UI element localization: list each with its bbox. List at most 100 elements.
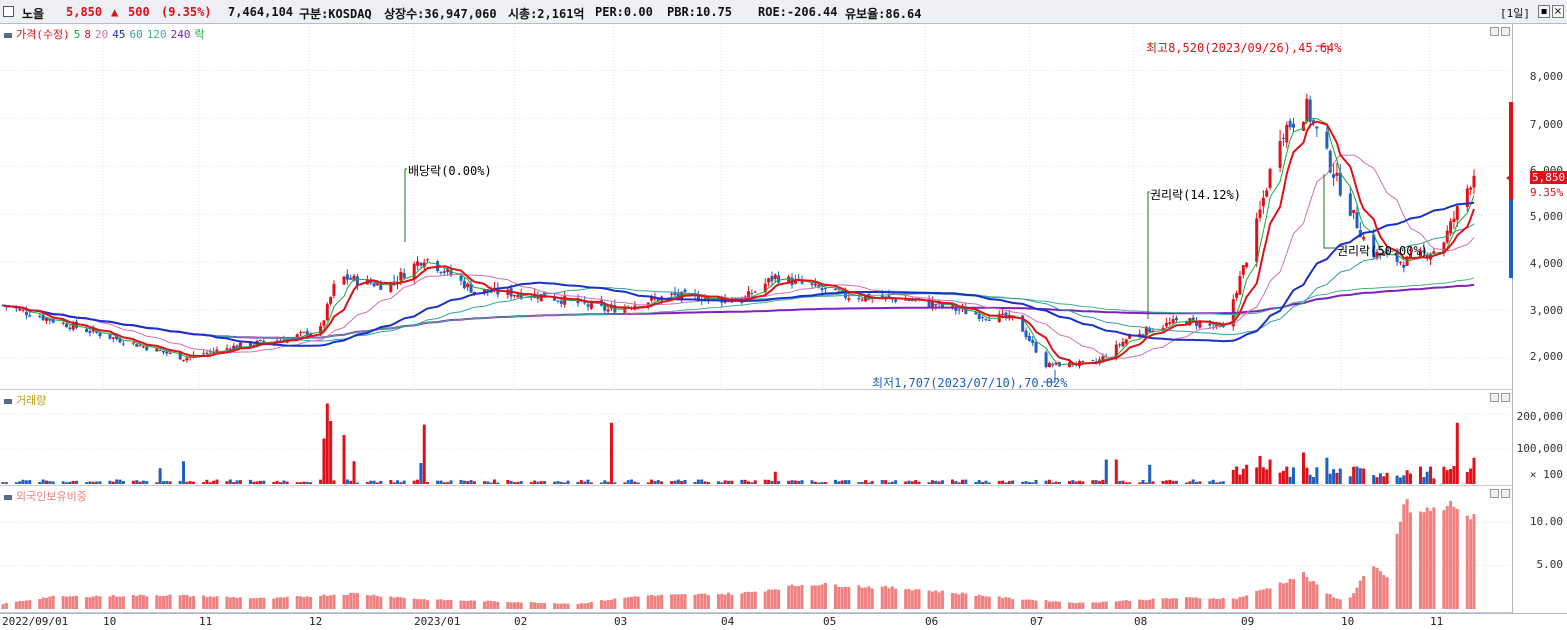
volume-bar: [606, 481, 610, 484]
volume-bar: [419, 463, 423, 484]
pane-minimize-icon[interactable]: [1490, 393, 1499, 402]
volume-bar: [4, 482, 8, 484]
foreign-bar: [529, 602, 533, 609]
drag-handle-icon[interactable]: [4, 494, 12, 500]
volume-bar: [777, 480, 781, 484]
foreign-bar: [1258, 590, 1262, 609]
foreign-bar: [630, 596, 634, 609]
volume-bar: [161, 481, 165, 484]
candle-body: [1455, 206, 1459, 220]
foreign-bar: [743, 592, 747, 609]
pane-minimize-icon[interactable]: [1490, 489, 1499, 498]
pane-close-icon[interactable]: [1501, 27, 1510, 36]
candle-body: [1174, 317, 1178, 321]
volume-bar: [1419, 466, 1423, 484]
close-icon[interactable]: ×: [1552, 5, 1564, 18]
volume-bar: [1449, 468, 1453, 484]
candle-body: [68, 327, 72, 329]
foreign-bar: [118, 596, 122, 609]
candle-body: [399, 271, 403, 281]
foreign-bar: [670, 594, 674, 609]
foreign-bar: [964, 593, 968, 609]
annotation-high: 최고8,520(2023/09/26),45.64%: [1146, 41, 1342, 55]
volume-bar: [914, 480, 918, 484]
foreign-bar: [141, 595, 145, 609]
foreign-bar: [797, 586, 801, 609]
foreign-bar: [1288, 578, 1292, 609]
foreign-bar: [716, 594, 720, 609]
volume-bar: [329, 421, 333, 484]
foreign-bar: [399, 597, 403, 609]
volume-bar: [108, 480, 112, 484]
foreign-bar: [161, 596, 165, 609]
foreign-bar: [777, 589, 781, 609]
foreign-bar: [840, 587, 844, 609]
candle-body: [111, 337, 115, 339]
volume-bar: [740, 479, 744, 484]
volume-bar: [683, 479, 687, 484]
price-pane[interactable]: 가격(수정) 5 8 20 45 60 120 240 락 배당락(0.00%) 권리락(14.…: [0, 24, 1512, 390]
foreign-bar: [1211, 598, 1215, 609]
candle-body: [165, 351, 169, 354]
candle-body: [1402, 264, 1406, 268]
volume-bar: [1195, 481, 1199, 484]
foreign-bar: [864, 587, 868, 609]
candle-body: [777, 275, 781, 283]
foreign-bar: [833, 584, 837, 609]
drag-handle-icon[interactable]: [4, 398, 12, 404]
x-tick: 2023/01: [414, 615, 461, 628]
foreign-bar: [459, 600, 463, 609]
foreign-bar: [138, 594, 142, 609]
select-checkbox[interactable]: [3, 6, 14, 17]
candle-body: [158, 349, 162, 351]
volume-bar: [633, 481, 637, 484]
minimize-icon[interactable]: ▪: [1538, 5, 1550, 18]
pane-minimize-icon[interactable]: [1490, 27, 1499, 36]
price-y-axis: 8,000 7,000 6,000 5,000 4,000 3,000 2,00…: [1512, 24, 1567, 390]
foreign-bar: [178, 595, 182, 609]
foreign-bar: [342, 594, 346, 609]
foreign-bar: [395, 596, 399, 609]
foreign-bar: [4, 602, 8, 609]
period-button[interactable]: [1일]: [1500, 5, 1530, 21]
candle-body: [322, 320, 326, 326]
foreign-bar: [1198, 598, 1202, 609]
candle-body: [1208, 323, 1212, 326]
volume-bar: [85, 482, 89, 484]
volume-bar: [302, 481, 306, 484]
candle-body: [85, 328, 89, 332]
volume-bar: [1301, 452, 1305, 484]
foreign-bar: [1455, 508, 1459, 609]
foreign-pane[interactable]: 외국인보유비중: [0, 486, 1512, 613]
x-tick: 09: [1241, 615, 1255, 628]
volume-bar: [278, 482, 282, 484]
x-tick: 2022/09/01: [2, 615, 69, 628]
pbr-value: PBR:10.75: [667, 5, 733, 19]
foreign-bar: [1054, 601, 1058, 609]
foreign-bar: [860, 587, 864, 609]
candle-body: [1168, 322, 1172, 324]
candle-body: [28, 315, 32, 317]
foreign-bar: [890, 586, 894, 609]
ma45-line: [2, 201, 1475, 347]
foreign-bar: [867, 586, 871, 609]
foreign-bar: [820, 584, 824, 609]
volume-bar: [927, 482, 931, 484]
candle-body: [1118, 344, 1122, 346]
drag-handle-icon[interactable]: [4, 32, 12, 38]
pane-close-icon[interactable]: [1501, 489, 1510, 498]
pane-close-icon[interactable]: [1501, 393, 1510, 402]
volume-bar: [904, 481, 908, 484]
foreign-bar: [787, 585, 791, 609]
foreign-bar: [1164, 598, 1168, 609]
volume-bar: [68, 481, 72, 484]
volume-bar: [1144, 482, 1148, 484]
legend-ma45: 45: [112, 28, 126, 41]
volume-pane[interactable]: 거래량: [0, 390, 1512, 486]
foreign-bar: [466, 600, 470, 609]
day-range-bar-down: [1509, 200, 1513, 278]
foreign-bar: [1362, 575, 1366, 609]
foreign-bar: [817, 585, 821, 609]
foreign-bar: [723, 594, 727, 609]
volume-bar: [44, 480, 48, 484]
